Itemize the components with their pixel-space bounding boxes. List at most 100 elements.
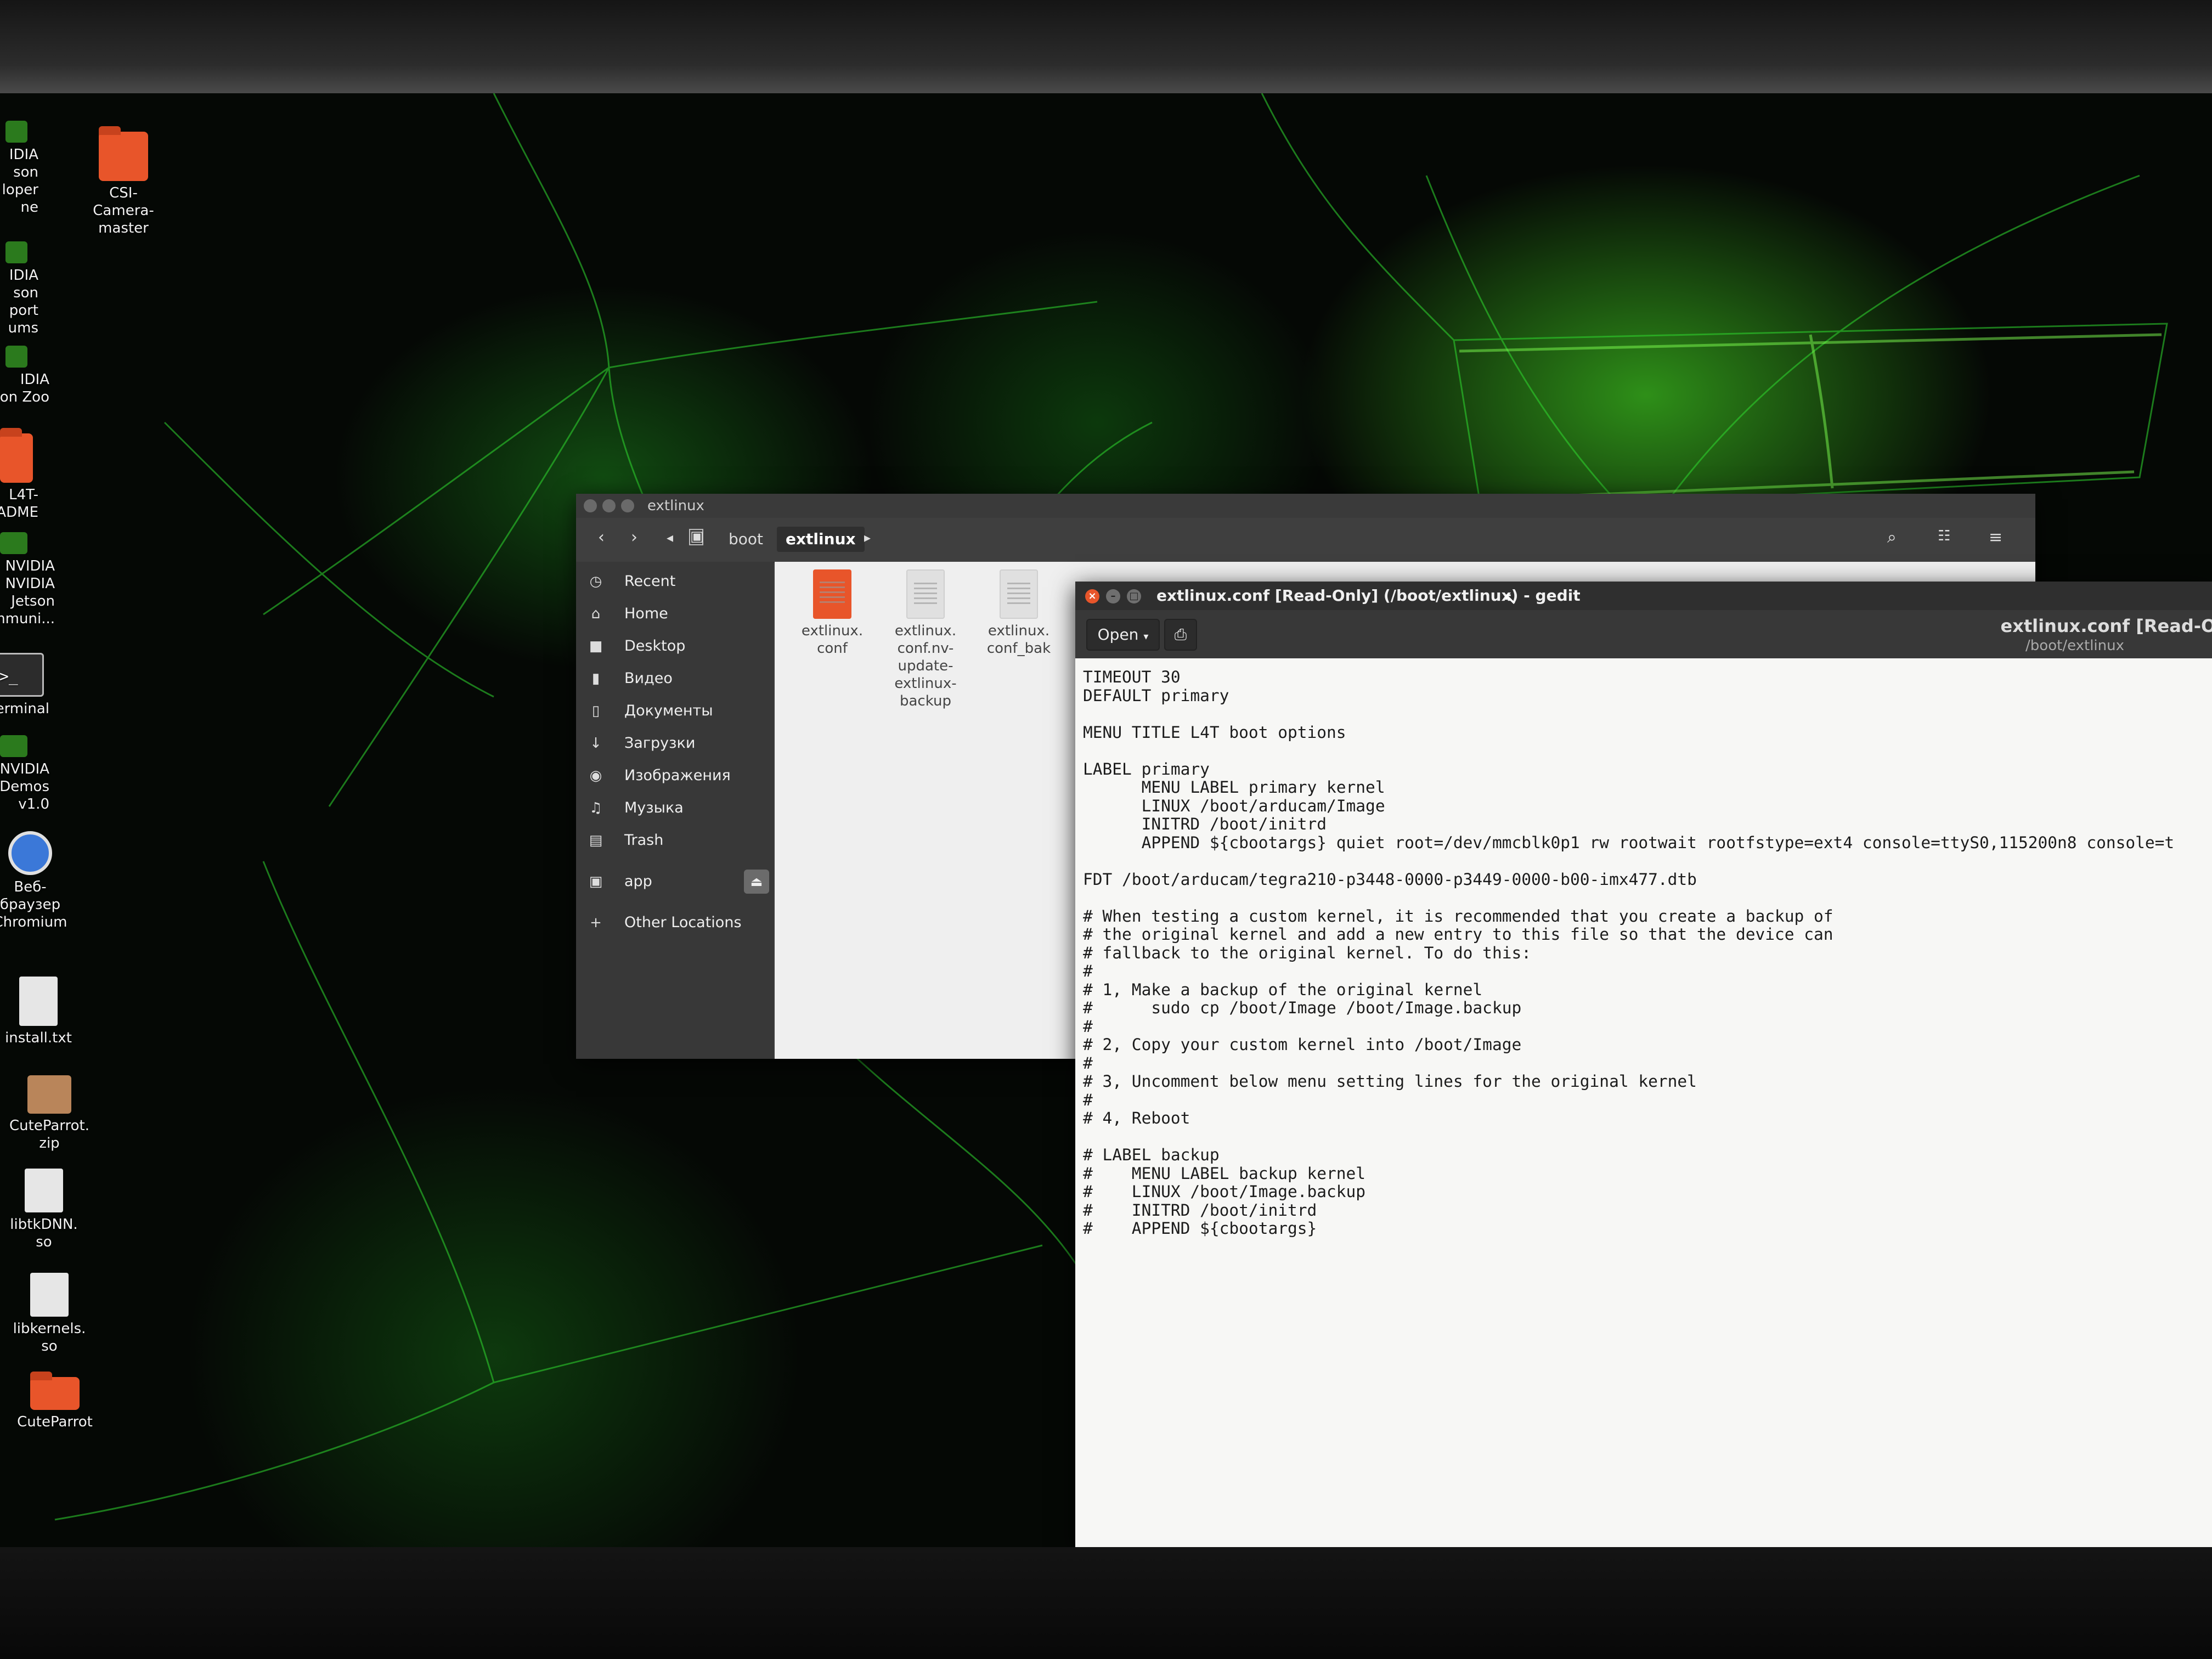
desktop-icon-label: IDIA son loper ne — [2, 146, 38, 216]
file-manager-toolbar: ‹ › ◂ ▣ boot extlinux ▸ ⌕ ☷ ≡ — [576, 518, 2035, 563]
document-path: /boot/extlinux — [2025, 637, 2124, 654]
document-title: extlinux.conf [Read-On — [2000, 616, 2212, 636]
desktop-icon-install-txt[interactable]: install.txt — [0, 977, 96, 1047]
document-icon: ▯ — [591, 703, 600, 719]
desktop-icon-jetson-zoo[interactable]: IDIA on Zoo — [0, 346, 55, 406]
clock-icon: ◷ — [589, 573, 602, 590]
text-file-icon — [19, 977, 58, 1026]
folder-icon — [0, 428, 33, 483]
search-icon[interactable]: ⌕ — [1887, 528, 1897, 547]
nvidia-icon — [5, 121, 27, 143]
sidebar-item-label: app — [624, 873, 652, 890]
archive-icon — [27, 1075, 71, 1114]
desktop-icon-chromium[interactable]: Веб- браузер Chromium — [0, 831, 88, 931]
text-editor-titlebar[interactable]: × – □ extlinux.conf [Read-Only] (/boot/e… — [1075, 582, 2212, 610]
desktop-icon-csi-camera-master[interactable]: CSI- Camera- master — [66, 126, 181, 237]
sidebar-item-label: Trash — [624, 832, 664, 849]
desktop-icon-label: NVIDIA NVIDIA Jetson mmuni... — [0, 558, 55, 627]
file-name: extlinux. conf_bak — [986, 623, 1051, 657]
desktop-icon-cuteparrot-zip[interactable]: CuteParrot. zip — [0, 1075, 107, 1152]
desktop-icon-l4t-readme[interactable]: L4T- ADME — [0, 428, 55, 521]
sidebar-item-video[interactable]: ▮ Видео — [576, 663, 774, 694]
desktop-icon-jetson-community[interactable]: NVIDIA NVIDIA Jetson mmuni... — [0, 532, 55, 628]
sidebar-item-other-locations[interactable]: + Other Locations — [576, 907, 774, 938]
minimize-button[interactable] — [602, 499, 616, 512]
sidebar-item-recent[interactable]: ◷ Recent — [576, 566, 774, 597]
maximize-button[interactable]: □ — [1127, 589, 1141, 603]
close-button[interactable]: × — [1085, 589, 1099, 603]
path-right-icon[interactable]: ▸ — [864, 530, 871, 545]
sidebar-item-pictures[interactable]: ◉ Изображения — [576, 760, 774, 791]
desktop-icon-jetson-developer-zone[interactable]: IDIA son loper ne — [0, 121, 55, 216]
chevron-down-icon: ▾ — [1143, 631, 1149, 642]
sidebar-item-music[interactable]: ♫ Музыка — [576, 793, 774, 823]
sidebar-item-home[interactable]: ⌂ Home — [576, 599, 774, 629]
back-icon[interactable]: ‹ — [598, 528, 605, 547]
nvidia-icon — [5, 346, 27, 368]
sidebar-item-downloads[interactable]: ↓ Загрузки — [576, 728, 774, 759]
home-icon: ⌂ — [591, 606, 601, 622]
desktop-icon-label: CSI- Camera- master — [93, 185, 154, 236]
monitor-bezel-bottom — [0, 1547, 2212, 1659]
folder-icon — [99, 126, 148, 181]
plus-icon: + — [590, 915, 602, 931]
desktop-icon-label: CuteParrot — [17, 1414, 93, 1430]
desktop-icon-api-demos[interactable]: NVIDIA PI Demos v1.0 — [0, 735, 55, 813]
desktop-icon-libkernels-so[interactable]: libkernels. so — [0, 1273, 107, 1355]
sidebar-item-desktop[interactable]: ■ Desktop — [576, 631, 774, 662]
desktop-icon-cuteparrot[interactable]: CuteParrot — [0, 1372, 112, 1431]
desktop-icon-label: NVIDIA PI Demos v1.0 — [0, 761, 49, 812]
text-file-icon — [906, 569, 945, 619]
file-item[interactable]: extlinux. conf — [791, 569, 873, 657]
desktop-icon-label: IDIA son port ums — [8, 267, 38, 336]
camera-icon: ◉ — [589, 768, 602, 784]
sidebar-item-trash[interactable]: ▤ Trash — [576, 825, 774, 856]
path-left-icon[interactable]: ◂ — [667, 530, 673, 545]
open-button-label: Open — [1097, 625, 1139, 644]
music-icon: ♫ — [589, 800, 602, 816]
file-name: extlinux. conf — [801, 623, 864, 657]
sidebar-item-label: Музыка — [624, 799, 684, 816]
text-editor-headerbar: Open ▾ ⎙ extlinux.conf [Read-On /boot/ex… — [1075, 610, 2212, 658]
menu-icon[interactable]: ≡ — [1989, 528, 2002, 547]
file-manager-titlebar[interactable]: extlinux — [576, 494, 2035, 518]
terminal-icon: >_ — [0, 653, 44, 697]
breadcrumb-boot[interactable]: boot — [720, 527, 772, 552]
desktop-icon-terminal[interactable]: >_ erminal — [0, 653, 55, 718]
close-button[interactable] — [584, 499, 597, 512]
file-item[interactable]: extlinux. conf.nv- update- extlinux- bac… — [884, 569, 967, 710]
drive-icon[interactable]: ▣ — [689, 529, 704, 545]
maximize-button[interactable] — [621, 499, 634, 512]
desktop-icon-label: erminal — [0, 701, 49, 717]
window-title: extlinux — [647, 498, 704, 514]
trash-icon: ▤ — [589, 832, 603, 849]
open-button[interactable]: Open ▾ — [1086, 619, 1160, 651]
text-editor-window[interactable]: × – □ extlinux.conf [Read-Only] (/boot/e… — [1075, 582, 2212, 1547]
nvidia-icon — [0, 532, 27, 554]
desktop-icon-label: L4T- ADME — [0, 487, 38, 521]
sidebar-item-label: Desktop — [624, 637, 686, 654]
eject-icon[interactable]: ⏏ — [744, 870, 769, 894]
library-file-icon — [30, 1273, 69, 1317]
minimize-button[interactable]: – — [1106, 589, 1120, 603]
breadcrumb-extlinux[interactable]: extlinux — [777, 527, 865, 552]
sidebar-item-label: Документы — [624, 702, 713, 719]
video-icon: ▮ — [591, 670, 600, 687]
folder-icon — [30, 1372, 80, 1410]
view-options-icon[interactable]: ☷ — [1938, 528, 1950, 544]
sidebar-item-app[interactable]: ▣ app ⏏ — [576, 866, 774, 897]
text-editor-area[interactable]: TIMEOUT 30 DEFAULT primary MENU TITLE L4… — [1075, 658, 2212, 1547]
new-document-icon[interactable]: ⎙ — [1164, 619, 1197, 651]
sidebar: ◷ Recent ⌂ Home ■ Desktop ▮ Видео ▯ Доку… — [576, 562, 774, 1059]
text-file-icon — [1000, 569, 1038, 619]
download-icon: ↓ — [590, 735, 602, 752]
desktop-icon-libtkdnn-so[interactable]: libtkDNN. so — [0, 1169, 101, 1251]
desktop-icon-label: IDIA on Zoo — [0, 371, 49, 405]
file-item[interactable]: extlinux. conf_bak — [978, 569, 1060, 657]
file-content[interactable]: TIMEOUT 30 DEFAULT primary MENU TITLE L4… — [1075, 658, 2212, 1238]
desktop-icon-jetson-support-forums[interactable]: IDIA son port ums — [0, 241, 55, 337]
config-file-icon — [813, 569, 851, 619]
desktop-icon-label: CuteParrot. zip — [9, 1118, 89, 1152]
forward-icon[interactable]: › — [631, 528, 637, 547]
sidebar-item-documents[interactable]: ▯ Документы — [576, 696, 774, 726]
